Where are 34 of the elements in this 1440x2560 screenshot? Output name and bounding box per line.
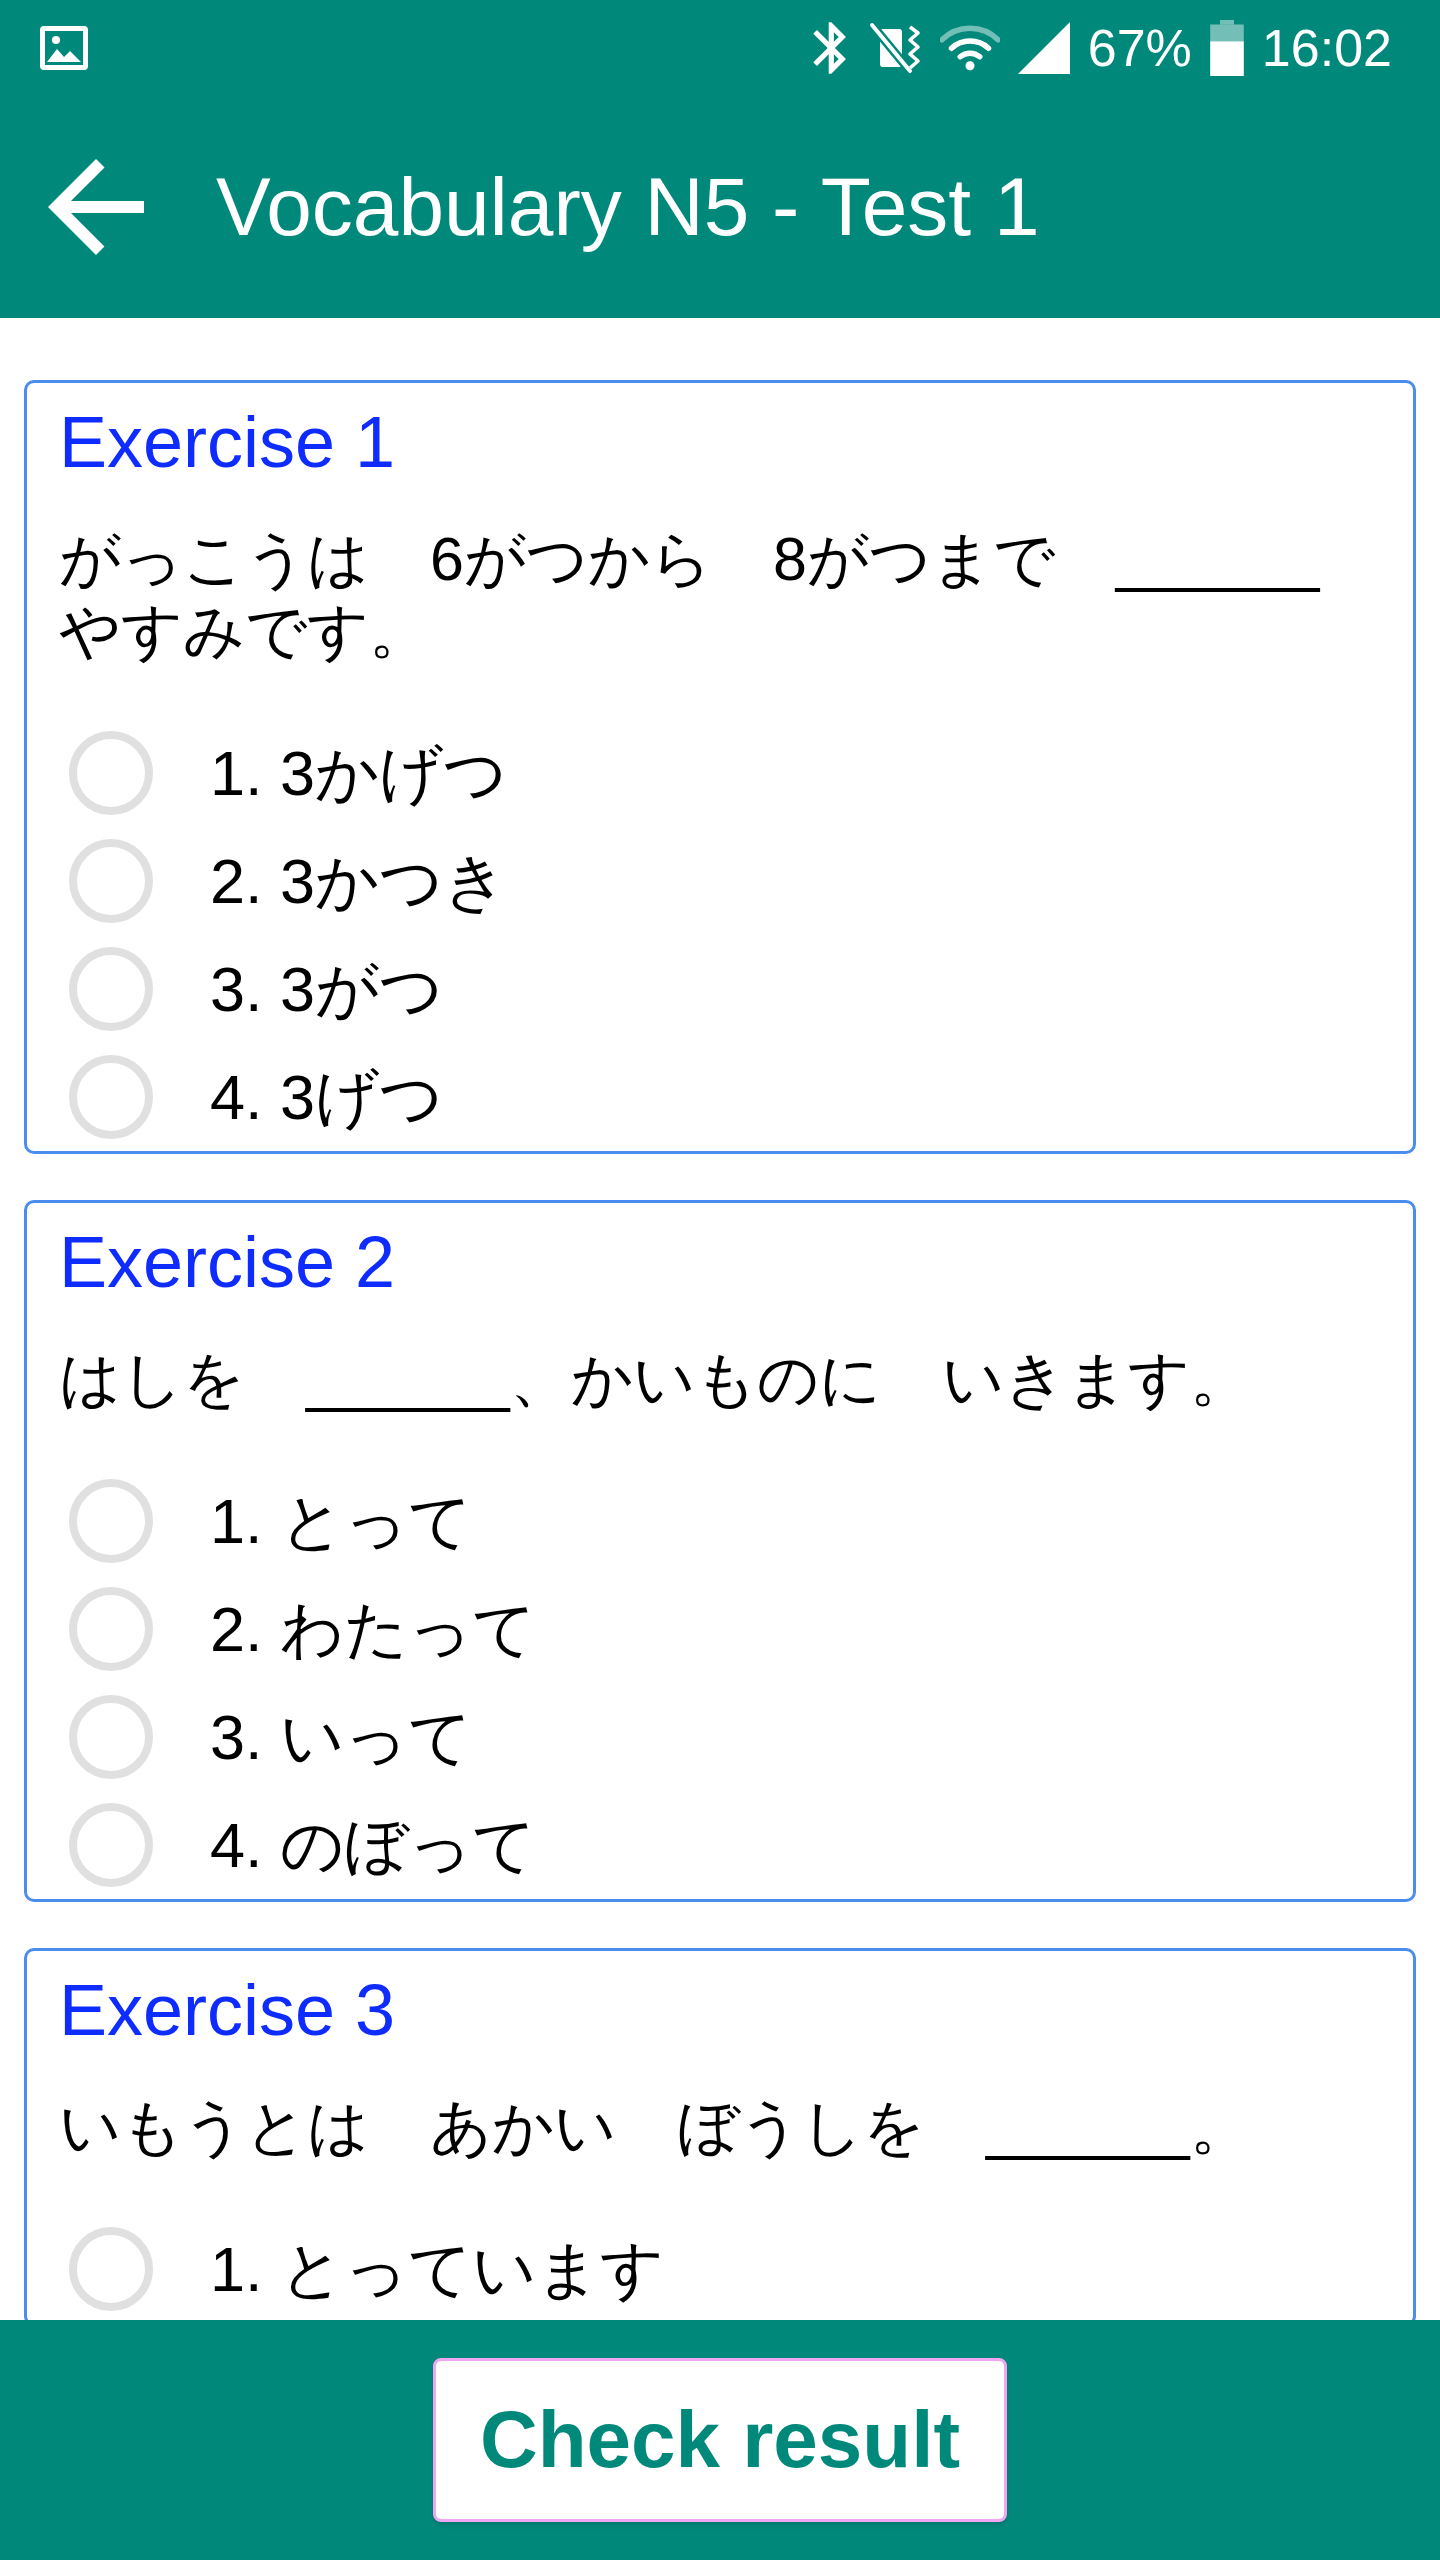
option-label[interactable]: 3. 3がつ	[210, 953, 444, 1025]
back-arrow-icon[interactable]	[48, 159, 144, 255]
option-label[interactable]: 4. のぼって	[210, 1809, 537, 1881]
question-text: がっこうは 6がつから 8がつまで ______ やすみです。	[59, 524, 1321, 667]
radio-button[interactable]	[69, 1695, 153, 1779]
image-icon	[40, 26, 88, 70]
question-text: はしを ______、かいものに いきます。	[59, 1344, 1252, 1415]
exercise-title: Exercise 2	[59, 1221, 397, 1304]
question-text: いもうとは あかい ぼうしを ______。	[59, 2092, 1252, 2163]
radio-button[interactable]	[69, 839, 153, 923]
exercise-title: Exercise 1	[59, 401, 397, 484]
radio-button[interactable]	[69, 947, 153, 1031]
radio-button[interactable]	[69, 1479, 153, 1563]
option-label[interactable]: 1. とっています	[210, 2233, 665, 2305]
battery-percentage: 67%	[1087, 22, 1192, 74]
screen-title: Vocabulary N5 - Test 1	[216, 160, 1040, 254]
option-label[interactable]: 1. とって	[210, 1485, 473, 1557]
bluetooth-icon	[811, 21, 848, 75]
option-label[interactable]: 1. 3かげつ	[210, 737, 508, 809]
radio-button[interactable]	[69, 2227, 153, 2311]
radio-button[interactable]	[69, 1055, 153, 1139]
option-label[interactable]: 3. いって	[210, 1701, 473, 1773]
exercise-title: Exercise 3	[59, 1969, 397, 2052]
status-time: 16:02	[1261, 22, 1392, 74]
check-result-button[interactable]: Check result	[433, 2358, 1007, 2522]
cell-signal-icon	[1017, 22, 1070, 74]
option-label[interactable]: 4. 3げつ	[210, 1061, 444, 1133]
radio-button[interactable]	[69, 731, 153, 815]
option-label[interactable]: 2. わたって	[210, 1593, 537, 1665]
battery-icon	[1209, 20, 1244, 76]
option-label[interactable]: 2. 3かつき	[210, 845, 508, 917]
radio-button[interactable]	[69, 1803, 153, 1887]
wifi-icon	[939, 23, 1000, 73]
radio-button[interactable]	[69, 1587, 153, 1671]
